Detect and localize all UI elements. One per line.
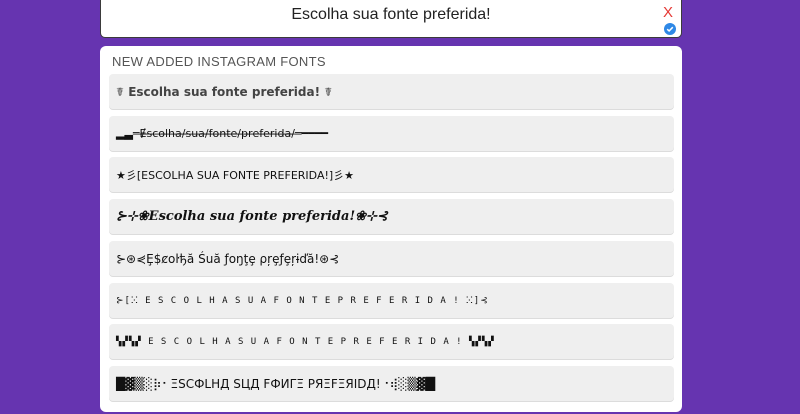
font-option[interactable]: ⊱[ⵘ E S C O L H A S U A F O N T E P R E … (109, 283, 674, 318)
text-input[interactable]: Escolha sua fonte preferida! (101, 6, 681, 24)
font-option[interactable]: ▂▃═Ɇ̶s̶c̶o̶l̶h̶a̶/̶s̶u̶a̶/̶f̶o̶n̶t̶e̶/̶p… (109, 116, 674, 151)
font-option[interactable]: ⊱⊹❀𝑬𝒔𝒄𝒐𝒍𝒉𝒂 𝒔𝒖𝒂 𝒇𝒐𝒏𝒕𝒆 𝒑𝒓𝒆𝒇𝒆𝒓𝒊𝒅𝒂!❀⊹⊰ (109, 199, 674, 234)
font-option[interactable]: █▓▒░⡷⠂ΞSCФLHД SЦД FФИΓΞ PЯΞFΞЯIDД!⠐⢾░▒▓█ (109, 366, 674, 401)
clear-icon[interactable]: X (663, 4, 673, 21)
fonts-panel: NEW ADDED INSTAGRAM FONTS ☤ Escolha sua … (100, 46, 682, 412)
font-option[interactable]: ★彡[ESCOLHA SUA FONTE PREFERIDA!]彡★ (109, 157, 674, 192)
check-circle-icon (664, 23, 676, 35)
font-option[interactable]: ☤ Escolha sua fonte preferida! ☤ (109, 74, 674, 109)
font-option[interactable]: ▚▞▚▞ E S C O L H A S U A F O N T E P R E… (109, 324, 674, 359)
section-title: NEW ADDED INSTAGRAM FONTS (112, 54, 326, 69)
font-option[interactable]: ⊱⊛⋞Ȩ$ȼoŀђă Śuă ƒoŋţȩ ρŗȩƒȩŗɨďă!⊛⊰ (109, 241, 674, 276)
text-input-box[interactable]: Escolha sua fonte preferida! X (100, 0, 682, 38)
